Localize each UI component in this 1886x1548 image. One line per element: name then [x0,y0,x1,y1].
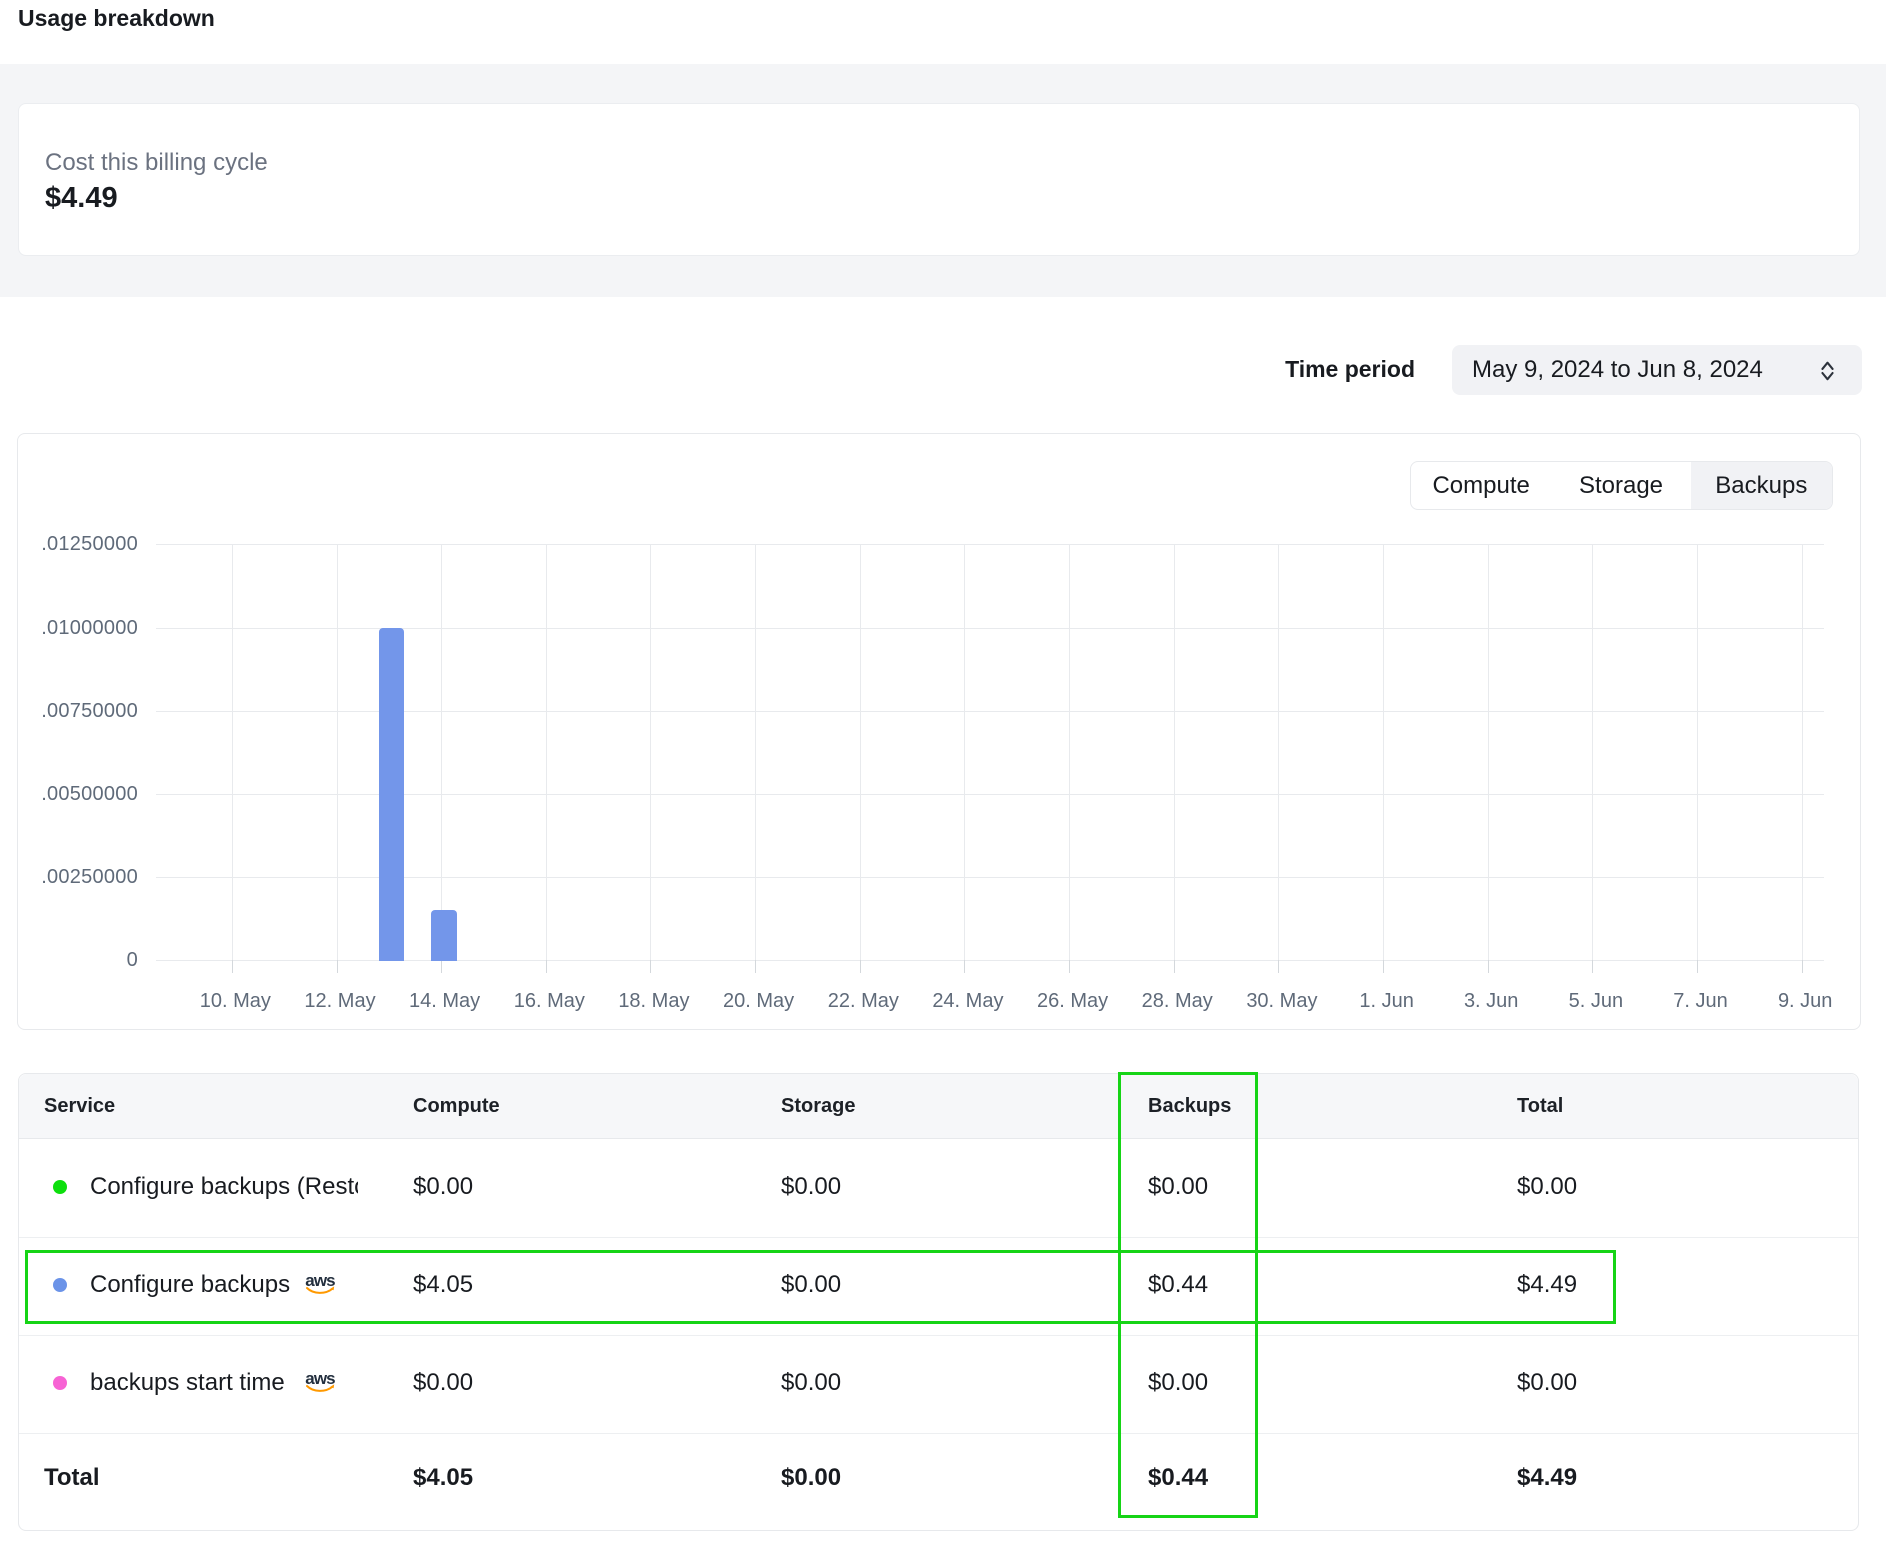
svg-text:aws: aws [305,1372,335,1388]
